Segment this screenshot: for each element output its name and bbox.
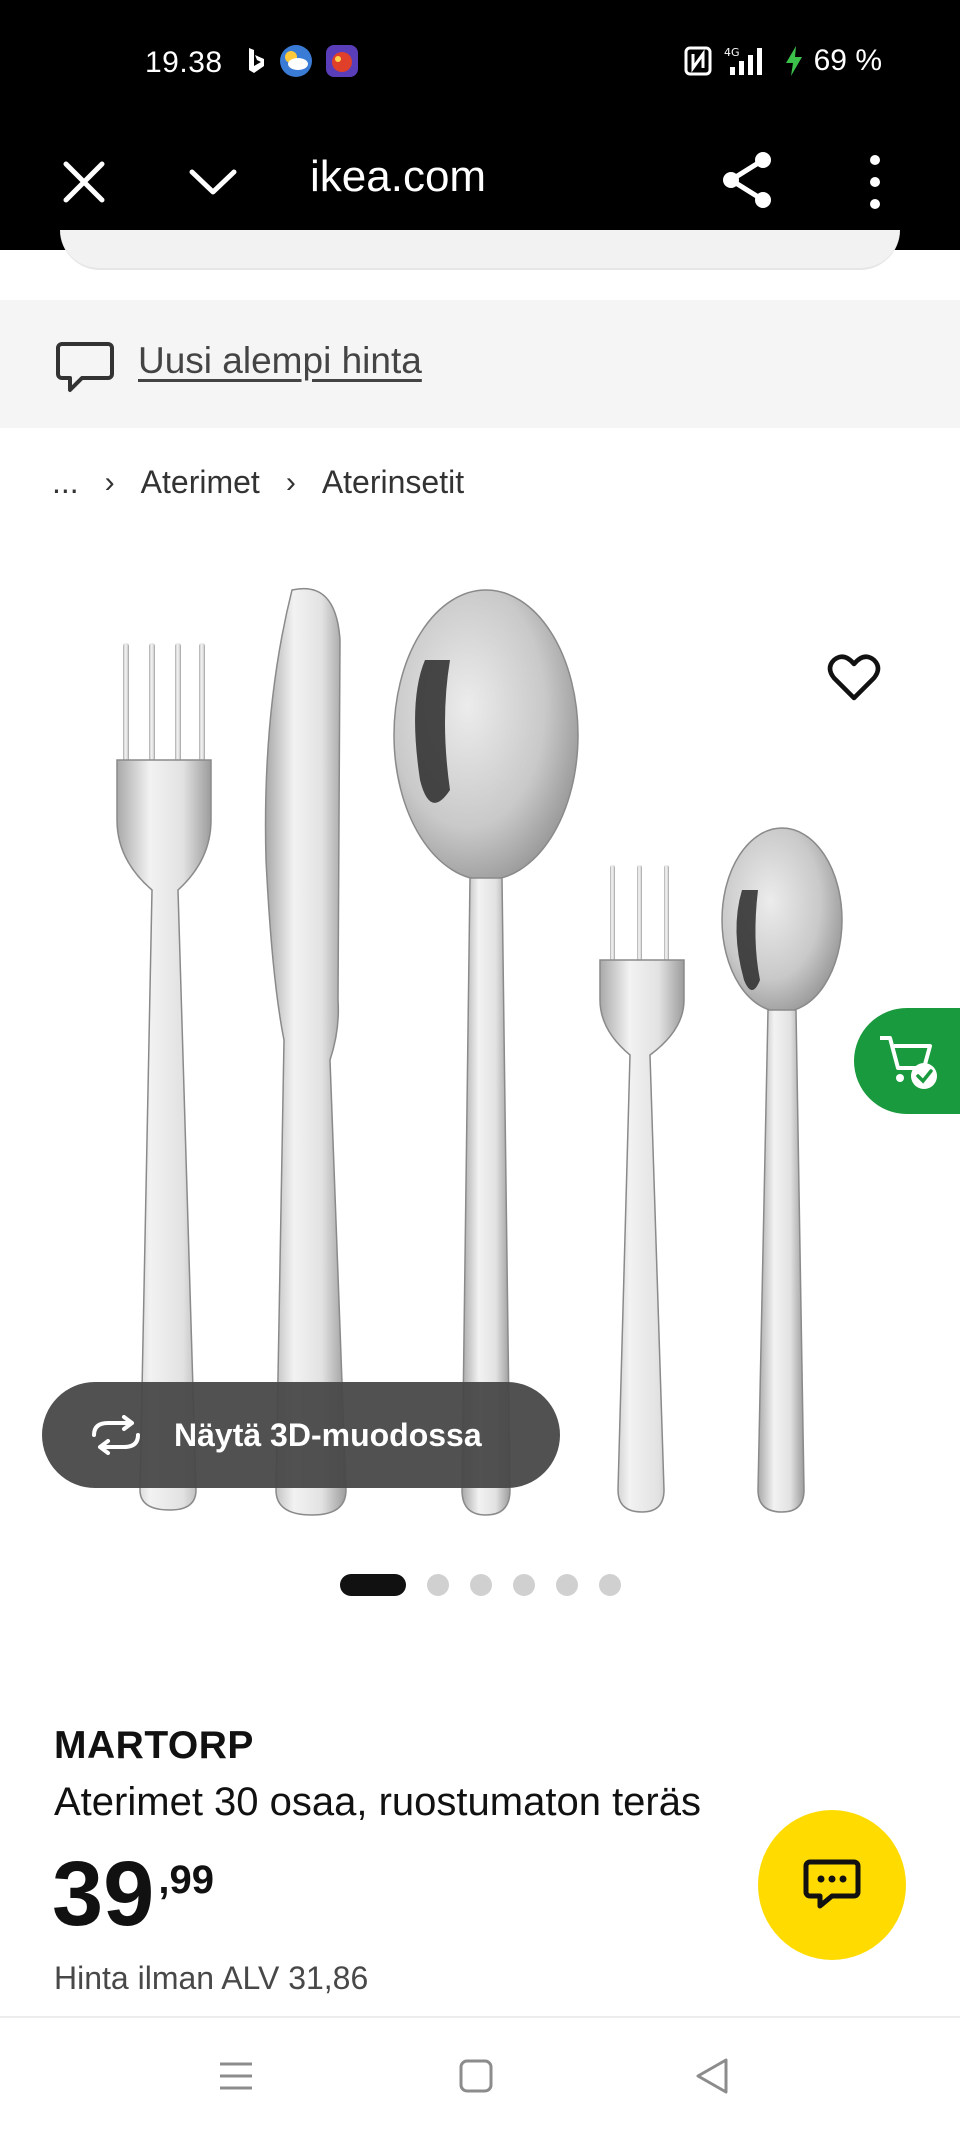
breadcrumb-separator: › — [104, 465, 115, 499]
bing-icon — [249, 48, 264, 73]
gallery-dot-4[interactable] — [513, 1574, 535, 1596]
promo-banner: Uusi alempi hinta — [0, 300, 960, 428]
breadcrumb: ... › Aterimet › Aterinsetit — [52, 464, 464, 501]
breadcrumb-item-aterinsetit[interactable]: Aterinsetit — [322, 464, 464, 501]
system-navigation-bar — [0, 2016, 960, 2133]
battery-level: 69 % — [813, 44, 882, 77]
share-icon[interactable] — [720, 150, 774, 210]
knife — [264, 587, 347, 1516]
speech-bubble-icon — [56, 342, 114, 392]
heart-icon[interactable] — [826, 652, 882, 704]
home-icon[interactable] — [458, 2058, 494, 2094]
spoon-large — [393, 589, 579, 1516]
fork-small — [599, 865, 685, 1513]
product-description: Aterimet 30 osaa, ruostumaton teräs — [54, 1780, 701, 1824]
recent-apps-icon[interactable] — [218, 2058, 254, 2094]
gallery-dot-3[interactable] — [470, 1574, 492, 1596]
gallery-dot-6[interactable] — [599, 1574, 621, 1596]
breadcrumb-separator: › — [285, 465, 296, 499]
system-status-icons: 4G 69 % — [684, 44, 882, 78]
view-3d-label: Näytä 3D-muodossa — [174, 1416, 482, 1453]
network-type: 4G — [724, 46, 740, 59]
cart-quick-button[interactable] — [854, 1008, 960, 1114]
close-icon[interactable] — [62, 160, 106, 204]
url-domain[interactable]: ikea.com — [310, 152, 486, 202]
notification-icons — [245, 44, 359, 78]
header-search-edge — [60, 230, 900, 270]
status-bar: 19.38 4G 69 % — [0, 0, 960, 128]
view-3d-button[interactable]: Näytä 3D-muodossa — [42, 1382, 560, 1488]
gallery-dot-5[interactable] — [556, 1574, 578, 1596]
breadcrumb-ellipsis[interactable]: ... — [52, 464, 79, 501]
spoon-small — [721, 827, 843, 1513]
price-integer: 39 — [52, 1843, 155, 1945]
breadcrumb-item-aterimet[interactable]: Aterimet — [141, 464, 260, 501]
gallery-dot-2[interactable] — [427, 1574, 449, 1596]
chat-button[interactable] — [758, 1810, 906, 1960]
gallery-pagination — [340, 1574, 621, 1596]
price-decimal: ,99 — [158, 1858, 214, 1902]
game-app-icon — [326, 45, 358, 77]
chevron-down-icon[interactable] — [188, 160, 238, 204]
fork-large — [116, 643, 212, 1511]
nfc-icon — [684, 46, 712, 76]
back-icon[interactable] — [694, 2056, 730, 2096]
status-time: 19.38 — [145, 46, 223, 79]
cart-check-icon — [880, 1036, 937, 1089]
chat-icon — [803, 1859, 861, 1909]
weather-icon — [280, 45, 312, 77]
lower-price-link[interactable]: Uusi alempi hinta — [138, 340, 422, 382]
product-brand: MARTORP — [54, 1724, 254, 1767]
gallery-dot-1[interactable] — [340, 1574, 406, 1596]
rotate-3d-icon — [92, 1415, 140, 1455]
charging-icon — [785, 46, 802, 76]
product-price: 39 ,99 — [52, 1848, 214, 1940]
signal-icon: 4G — [724, 46, 762, 75]
price-excl-vat: Hinta ilman ALV 31,86 — [54, 1960, 369, 1996]
more-options-icon[interactable] — [860, 152, 890, 212]
